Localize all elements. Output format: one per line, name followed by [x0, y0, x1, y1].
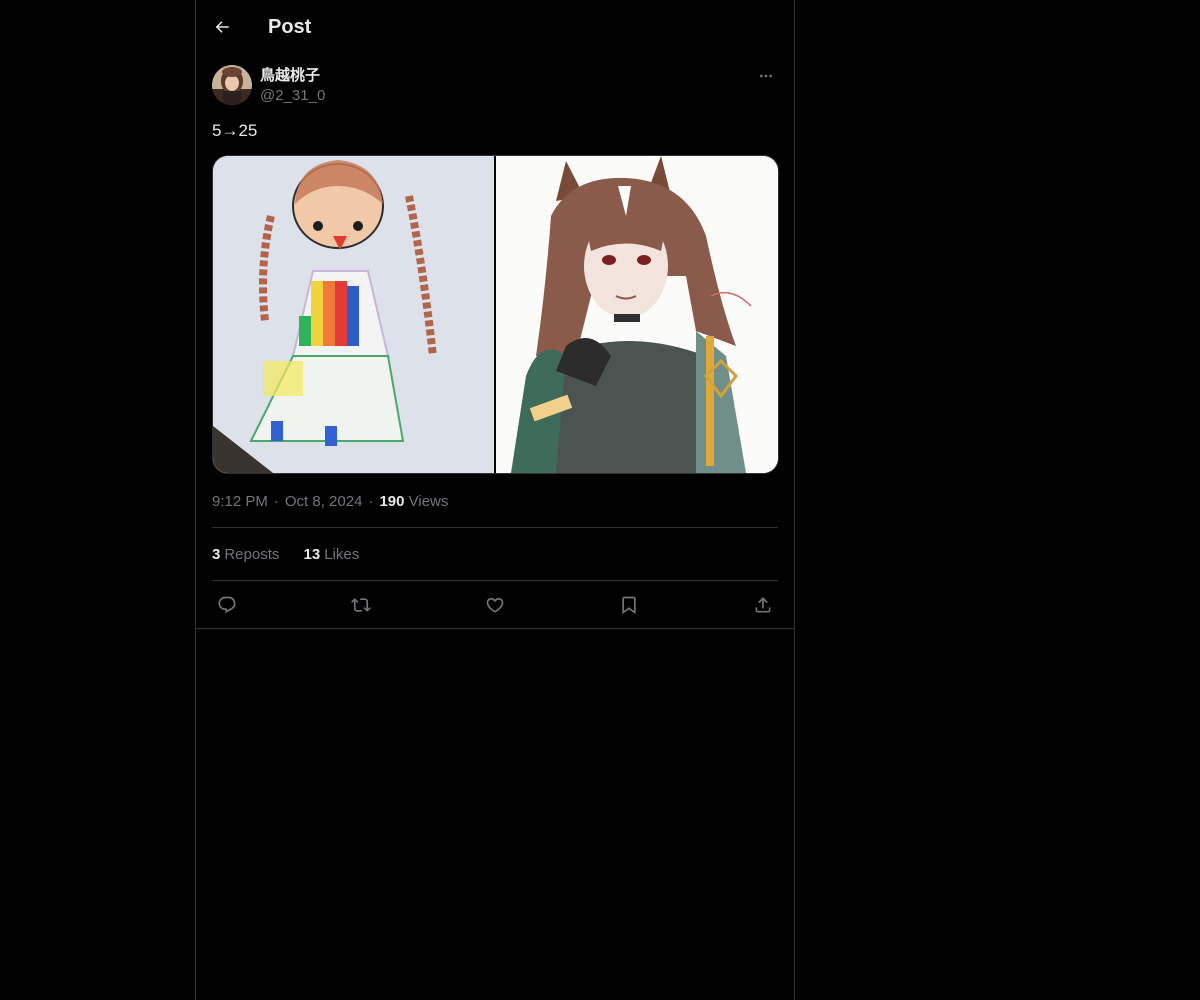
post-actions: [212, 590, 778, 622]
divider: [212, 527, 778, 528]
post-media: [212, 155, 779, 474]
post-time[interactable]: 9:12 PM: [212, 493, 268, 510]
anime-illustration-image: [496, 156, 778, 473]
reposts-label: Reposts: [224, 546, 280, 563]
page-title: Post: [268, 16, 312, 38]
like-icon: [486, 597, 504, 613]
author-handle[interactable]: @2_31_0: [260, 86, 325, 105]
views-label: Views: [408, 493, 449, 510]
media-image-1[interactable]: [213, 156, 494, 473]
divider: [196, 628, 794, 629]
divider: [212, 580, 778, 581]
child-drawing-image: [213, 156, 494, 473]
post-date[interactable]: Oct 8, 2024: [285, 493, 363, 510]
likes-label: Likes: [324, 546, 360, 563]
post-author: 鳥越桃子 @2_31_0: [212, 64, 778, 106]
post-meta: 9:12 PM · Oct 8, 2024 · 190 Views: [212, 492, 448, 511]
bookmark-icon: [622, 596, 636, 615]
repost-button[interactable]: [346, 590, 376, 620]
repost-icon: [351, 598, 371, 612]
main-column: Post 鳥越桃子 @2_31_0 5→25 9:12 PM · Oct 8, …: [195, 0, 795, 1000]
avatar[interactable]: [212, 65, 252, 105]
share-button[interactable]: [748, 590, 778, 620]
reposts-stat[interactable]: 3 Reposts: [212, 545, 279, 564]
author-display-name[interactable]: 鳥越桃子: [260, 66, 320, 85]
like-button[interactable]: [480, 590, 510, 620]
share-icon: [755, 597, 771, 613]
likes-count: 13: [303, 546, 321, 563]
bookmark-button[interactable]: [614, 590, 644, 620]
meta-separator: ·: [368, 493, 374, 510]
likes-stat[interactable]: 13 Likes: [304, 545, 360, 564]
meta-separator: ·: [273, 493, 279, 510]
post-stats: 3 Reposts 13 Likes: [212, 545, 379, 564]
back-button[interactable]: [206, 11, 238, 43]
media-image-2[interactable]: [496, 156, 778, 473]
top-bar: Post: [196, 0, 794, 53]
reposts-count: 3: [212, 546, 221, 563]
views-count: 190: [379, 493, 405, 510]
arrow-left-icon: [215, 21, 229, 33]
avatar-image: [212, 65, 252, 105]
reply-button[interactable]: [212, 590, 242, 620]
more-horizontal-icon: [760, 74, 772, 78]
reply-icon: [218, 596, 236, 614]
post-text: 5→25: [212, 121, 258, 140]
more-options-button[interactable]: [754, 64, 778, 88]
